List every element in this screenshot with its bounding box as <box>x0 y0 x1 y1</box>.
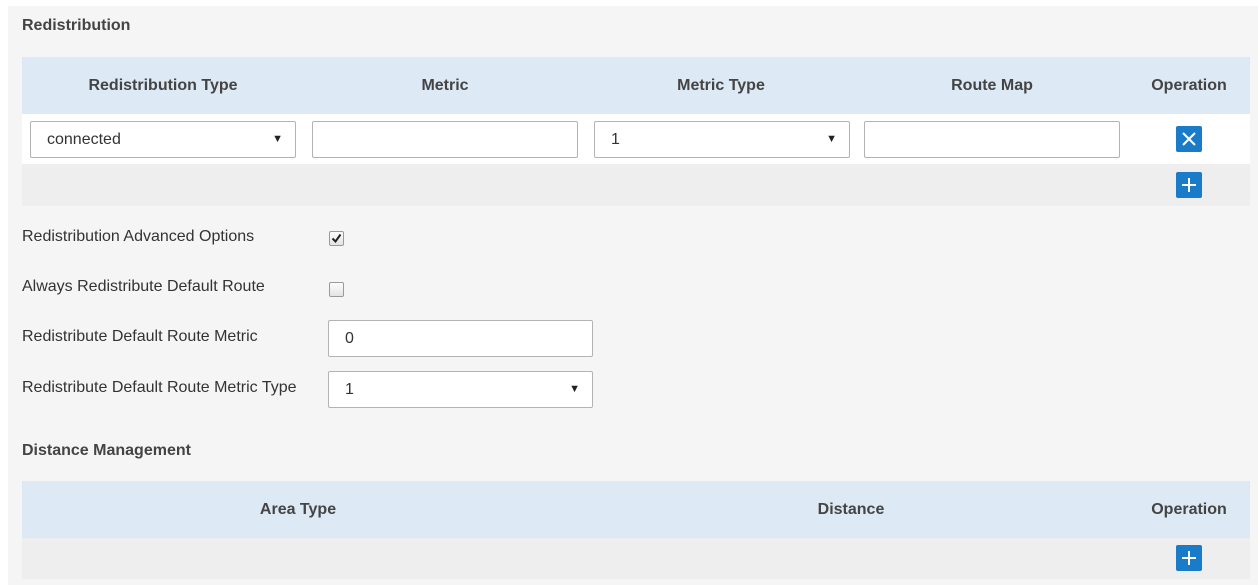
column-operation: Operation <box>1151 501 1227 518</box>
always-default-route-checkbox[interactable] <box>329 282 344 297</box>
distance-table-header: Area Type Distance Operation <box>22 481 1250 538</box>
redistribution-table-footer <box>22 164 1250 206</box>
column-metric-type: Metric Type <box>677 77 765 94</box>
column-metric: Metric <box>421 77 469 94</box>
add-distance-button[interactable] <box>1176 545 1202 571</box>
add-icon <box>1182 551 1196 565</box>
delete-icon <box>1182 132 1196 146</box>
default-metric-type-select[interactable]: 1 ▼ <box>328 371 593 408</box>
column-area-type: Area Type <box>259 501 337 518</box>
advanced-options-checkbox[interactable] <box>329 231 344 246</box>
default-metric-type-value: 1 <box>345 381 354 398</box>
distance-table-footer <box>22 538 1250 579</box>
redistribution-row: connected ▼ 1 ▼ <box>22 114 1250 164</box>
redistribution-title: Redistribution <box>22 17 131 34</box>
add-icon <box>1182 178 1196 192</box>
column-operation: Operation <box>1151 77 1227 94</box>
column-redistribution-type: Redistribution Type <box>88 77 238 94</box>
advanced-options-label: Redistribution Advanced Options <box>22 228 255 245</box>
metric-type-value: 1 <box>611 131 620 148</box>
dropdown-arrow-icon: ▼ <box>569 383 580 395</box>
default-metric-type-label: Redistribute Default Route Metric Type <box>22 379 297 396</box>
redistribution-type-value: connected <box>47 131 121 148</box>
metric-input[interactable] <box>312 121 578 158</box>
add-redistribution-button[interactable] <box>1176 172 1202 198</box>
route-map-input[interactable] <box>864 121 1120 158</box>
default-metric-label: Redistribute Default Route Metric <box>22 328 258 345</box>
dropdown-arrow-icon: ▼ <box>272 133 283 145</box>
always-default-route-label: Always Redistribute Default Route <box>22 278 265 295</box>
dropdown-arrow-icon: ▼ <box>826 133 837 145</box>
distance-management-title: Distance Management <box>22 442 191 459</box>
delete-row-button[interactable] <box>1176 126 1202 152</box>
default-metric-input[interactable]: 0 <box>328 320 593 357</box>
redistribution-type-select[interactable]: connected ▼ <box>30 121 296 158</box>
redistribution-table-header: Redistribution Type Metric Metric Type R… <box>22 57 1250 114</box>
column-distance: Distance <box>817 501 885 518</box>
column-route-map: Route Map <box>951 77 1033 94</box>
metric-type-select[interactable]: 1 ▼ <box>594 121 850 158</box>
checkmark-icon <box>331 233 342 244</box>
